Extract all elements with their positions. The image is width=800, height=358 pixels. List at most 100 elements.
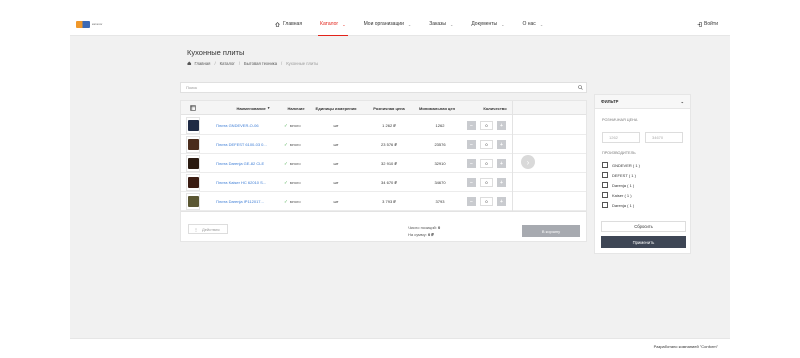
page: каталог Главная Каталог ⌄ Мои организаци… xyxy=(70,12,730,354)
maker-label: Kaiser ( 1 ) xyxy=(612,192,632,198)
product-thumbnail[interactable] xyxy=(186,174,200,191)
quantity-value[interactable]: 0 xyxy=(480,159,493,168)
retail-price-cell: 23 576 ₽ xyxy=(381,142,397,147)
search-input[interactable] xyxy=(181,83,571,92)
product-image xyxy=(187,196,199,207)
maker-label: Darenja ( 1 ) xyxy=(612,202,635,208)
increment-button[interactable]: + xyxy=(497,178,506,187)
product-name-link[interactable]: Плита Kaiser HC 62010 S... xyxy=(216,173,276,192)
price-min-input[interactable] xyxy=(602,132,640,143)
scroll-right-button[interactable]: › xyxy=(521,155,535,169)
maker-checkbox[interactable]: Darenja ( 1 ) xyxy=(602,202,634,208)
decrement-button[interactable]: − xyxy=(467,197,476,206)
quantity-value[interactable]: 0 xyxy=(480,178,493,187)
maker-checkbox[interactable]: DEFEST ( 1 ) xyxy=(602,172,636,178)
nav-item-label: Мои организации xyxy=(363,21,404,27)
nav-item-about[interactable]: О нас ⌄ xyxy=(513,12,552,36)
price-filter-label: РОЗНИЧНАЯ ЦЕНА xyxy=(602,118,638,122)
availability-text: много xyxy=(289,123,301,128)
breadcrumb-separator: / xyxy=(281,61,283,66)
unit-cell: шт xyxy=(333,180,339,185)
check-icon: ✓ xyxy=(284,198,288,204)
decrement-button[interactable]: − xyxy=(467,121,476,130)
maker-label: Darenja ( 1 ) xyxy=(612,182,635,188)
table-row: Плита Kaiser HC 62010 S... ✓ много шт 34 670… xyxy=(181,173,586,192)
actions-button[interactable]: ⋮ Действия xyxy=(188,224,228,234)
more-vertical-icon: ⋮ xyxy=(194,226,198,232)
product-image xyxy=(187,177,199,188)
quantity-stepper: −0 + xyxy=(467,121,506,130)
nav-item-catalog[interactable]: Каталог ⌄ xyxy=(311,12,355,36)
availability-cell: ✓ много xyxy=(284,154,312,173)
checkbox-box[interactable] xyxy=(602,172,608,178)
quantity-stepper: −0 + xyxy=(467,159,506,168)
quantity-value[interactable]: 0 xyxy=(480,140,493,149)
add-to-cart-button[interactable]: В корзину xyxy=(522,225,580,237)
nav-item-label: Документы xyxy=(471,21,498,27)
decrement-button[interactable]: − xyxy=(467,159,476,168)
table-header: Наименование ▾ Наличие Единицы измерения… xyxy=(181,101,586,115)
search-icon[interactable] xyxy=(578,85,583,90)
product-image xyxy=(187,139,199,150)
retail-price-cell: 34 670 ₽ xyxy=(381,180,397,185)
filter-header[interactable]: ФИЛЬТР ⌄ xyxy=(595,95,690,109)
breadcrumb-item-catalog[interactable]: Каталог xyxy=(220,61,235,66)
checkbox-box[interactable] xyxy=(602,162,608,168)
search-box xyxy=(180,82,587,93)
product-thumbnail[interactable] xyxy=(186,193,200,210)
min-price-cell: 34670 xyxy=(434,180,446,185)
chevron-down-icon: ⌄ xyxy=(539,21,544,27)
increment-button[interactable]: + xyxy=(497,197,506,206)
price-max-input[interactable] xyxy=(645,132,683,143)
breadcrumb-item-appliances[interactable]: Бытовая техника xyxy=(244,61,277,66)
quantity-stepper: −0 + xyxy=(467,197,506,206)
unit-cell: шт xyxy=(333,123,339,128)
order-totals: Число позиций: 0 На сумму: 0 ₽ xyxy=(408,225,440,238)
table-row: Плита GNDEVER-O-06 ✓ много шт 1 262 ₽ 1262 −0 + xyxy=(181,116,586,135)
min-price-cell: 3793 xyxy=(435,199,445,204)
product-thumbnail[interactable] xyxy=(186,136,200,153)
unit-cell: шт xyxy=(333,199,339,204)
product-name-link[interactable]: Плита Darenja IP112017... xyxy=(216,192,276,211)
page-title: Кухонные плиты xyxy=(187,48,245,57)
increment-button[interactable]: + xyxy=(497,121,506,130)
logo[interactable]: каталог xyxy=(76,20,103,28)
quantity-value[interactable]: 0 xyxy=(480,197,493,206)
product-image xyxy=(187,158,199,169)
product-name-link[interactable]: Плита Darenja GE-82 CLE xyxy=(216,154,276,173)
maker-checkbox[interactable]: Kaiser ( 1 ) xyxy=(602,192,632,198)
nav-item-home[interactable]: Главная xyxy=(266,12,311,36)
nav-item-documents[interactable]: Документы ⌄ xyxy=(462,12,513,36)
product-name-link[interactable]: Плита GNDEVER-O-06 xyxy=(216,116,276,135)
product-thumbnail[interactable] xyxy=(186,155,200,172)
maker-checkbox[interactable]: GNDEVER ( 1 ) xyxy=(602,162,640,168)
decrement-button[interactable]: − xyxy=(467,140,476,149)
nav-item-organizations[interactable]: Мои организации ⌄ xyxy=(355,12,421,36)
availability-text: много xyxy=(289,142,301,147)
decrement-button[interactable]: − xyxy=(467,178,476,187)
total-sum-value: 0 ₽ xyxy=(427,231,434,237)
availability-cell: ✓ много xyxy=(284,135,312,154)
quantity-stepper: −0 + xyxy=(467,178,506,187)
checkbox-box[interactable] xyxy=(602,192,608,198)
column-settings-button[interactable] xyxy=(187,101,199,115)
checkbox-box[interactable] xyxy=(602,182,608,188)
checkbox-box[interactable] xyxy=(602,202,608,208)
breadcrumb-item-home[interactable]: Главная xyxy=(195,61,211,66)
product-thumbnail[interactable] xyxy=(186,117,200,134)
min-price-cell: 23576 xyxy=(434,142,446,147)
nav-item-label: Заказы xyxy=(429,21,446,27)
increment-button[interactable]: + xyxy=(497,140,506,149)
quantity-stepper: −0 + xyxy=(467,140,506,149)
nav-item-orders[interactable]: Заказы ⌄ xyxy=(420,12,462,36)
maker-checkbox[interactable]: Darenja ( 1 ) xyxy=(602,182,634,188)
nav-item-label: Каталог xyxy=(320,21,339,27)
filter-title: ФИЛЬТР xyxy=(601,99,619,104)
increment-button[interactable]: + xyxy=(497,159,506,168)
nav-item-label: О нас xyxy=(522,21,536,27)
product-name-link[interactable]: Плита DEFEST 6100-03 0... xyxy=(216,135,276,154)
reset-filter-button[interactable]: Сбросить xyxy=(601,221,686,232)
login-button[interactable]: Войти xyxy=(697,12,718,36)
apply-filter-button[interactable]: Применить xyxy=(601,236,686,248)
quantity-value[interactable]: 0 xyxy=(480,121,493,130)
